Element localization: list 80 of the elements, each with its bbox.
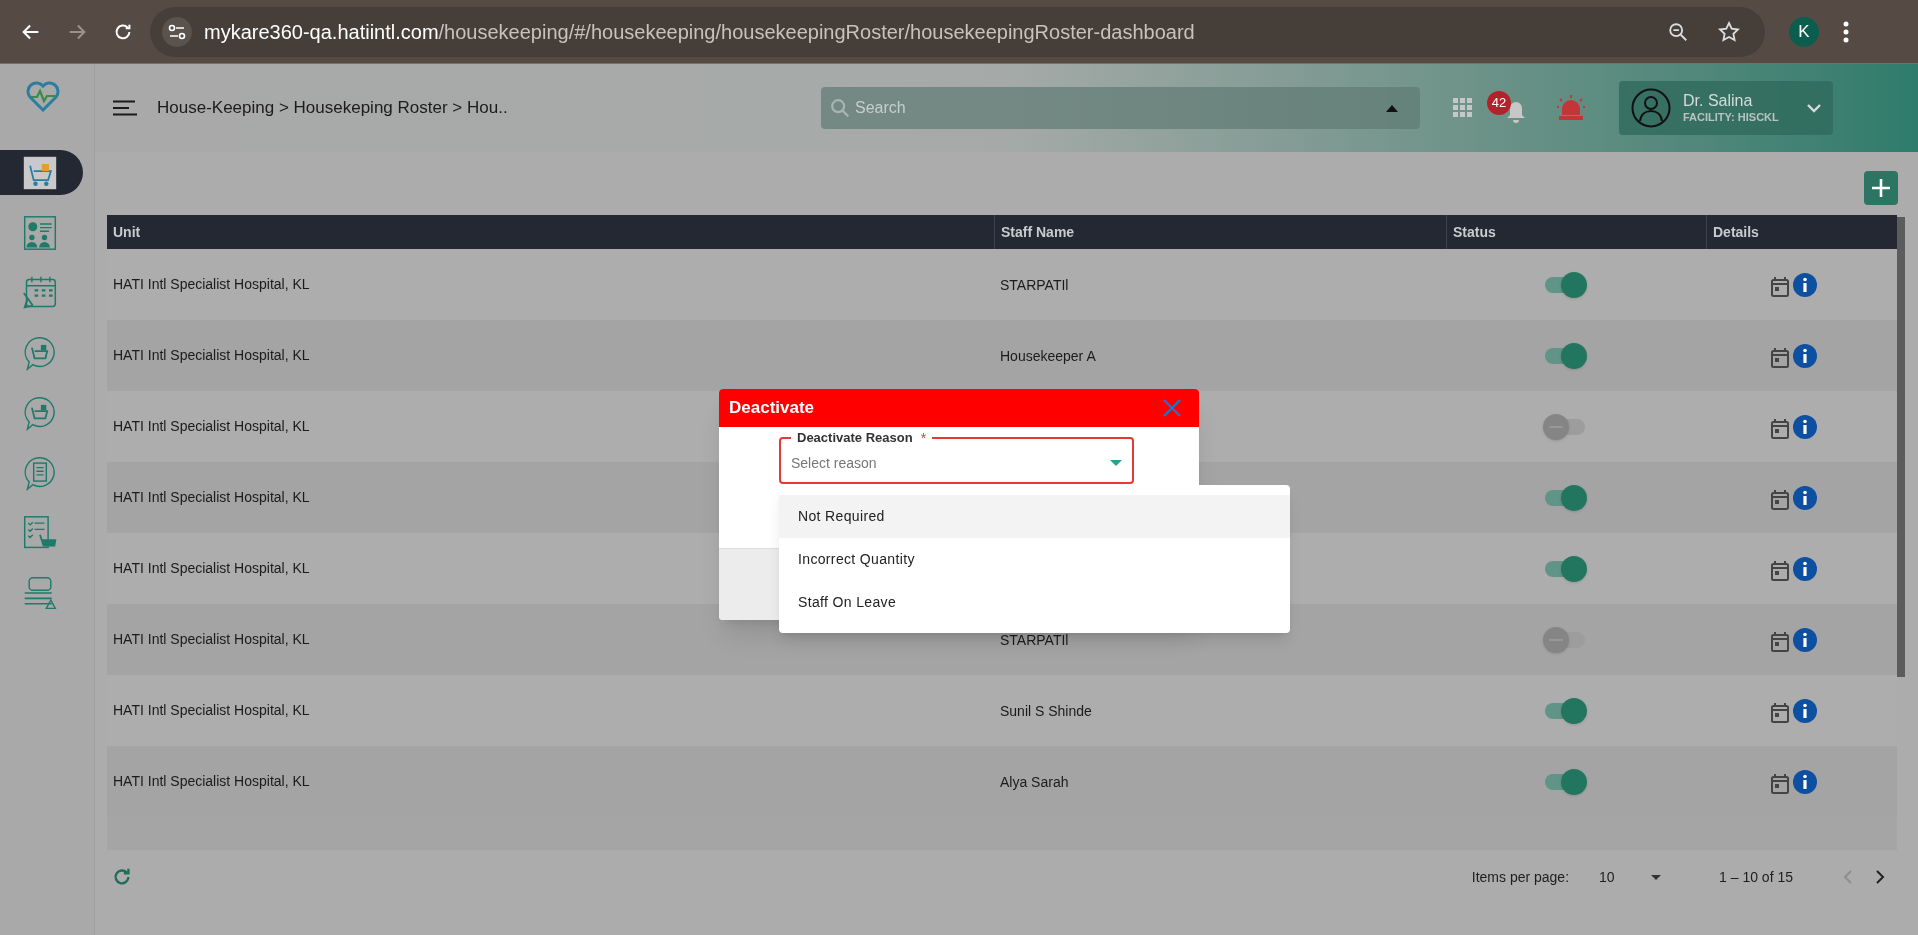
bubble-icon (22, 334, 58, 371)
calendar-icon[interactable] (1771, 631, 1789, 652)
info-icon[interactable] (1793, 414, 1817, 439)
status-toggle[interactable] (1543, 768, 1587, 795)
table-cell-text: HATI Intl Specialist Hospital, KL (113, 488, 310, 507)
calendar-icon (22, 274, 58, 311)
page-size-select[interactable]: 10 (1599, 866, 1662, 888)
star-icon[interactable] (1717, 19, 1741, 44)
info-icon[interactable] (1793, 698, 1817, 723)
info-icon[interactable] (1793, 272, 1817, 297)
user-menu[interactable]: Dr. Salina FACILITY: HISCKL (1619, 81, 1833, 135)
status-toggle[interactable] (1543, 697, 1587, 724)
dropdown-option[interactable]: Not Required (779, 495, 1290, 538)
calendar-icon[interactable] (1771, 276, 1789, 297)
dropdown-option[interactable]: Staff On Leave (779, 581, 1290, 624)
scrollbar[interactable] (1897, 217, 1905, 677)
user-avatar-icon (1631, 88, 1671, 128)
menu-icon[interactable] (113, 100, 137, 116)
address-bar[interactable]: mykare360-qa.hatiintl.com/housekeeping/#/housekeeping/housekeepingRoster/housekeepingRoster-dashboard (150, 6, 1765, 57)
calendar-icon[interactable] (1771, 347, 1789, 368)
cart-icon (22, 154, 58, 191)
bell-icon[interactable] (1505, 100, 1527, 124)
table-cell-text: HATI Intl Specialist Hospital, KL (113, 346, 310, 365)
chevron-down-icon (1807, 103, 1821, 113)
caret-up-icon[interactable] (1386, 105, 1398, 112)
table-cell-text: HATI Intl Specialist Hospital, KL (113, 559, 310, 578)
table-cell-text: HATI Intl Specialist Hospital, KL (113, 417, 310, 436)
calendar-icon[interactable] (1771, 418, 1789, 439)
status-toggle[interactable] (1543, 413, 1587, 440)
dropdown-option[interactable]: Incorrect Quantity (779, 538, 1290, 581)
calendar-icon[interactable] (1771, 560, 1789, 581)
caret-down-icon (1110, 459, 1122, 466)
status-toggle[interactable] (1543, 626, 1587, 653)
search-icon (829, 97, 851, 119)
dialog-title: Deactivate (729, 397, 815, 420)
profile-avatar[interactable]: K (1789, 16, 1819, 47)
calendar-icon[interactable] (1771, 489, 1789, 510)
site-settings-icon[interactable] (162, 16, 192, 47)
page-range: 1 – 10 of 15 (1719, 867, 1793, 887)
search-field[interactable]: Search (821, 87, 1420, 129)
table-cell-text: HATI Intl Specialist Hospital, KL (113, 630, 310, 649)
sidebar-item[interactable] (0, 150, 83, 195)
chevron-right-icon[interactable] (1876, 870, 1885, 884)
info-icon[interactable] (1793, 627, 1817, 652)
url-text[interactable]: mykare360-qa.hatiintl.com/housekeeping/#/housekeeping/housekeepingRoster/housekeepingRoster-dashboard (204, 16, 1655, 47)
info-icon[interactable] (1793, 769, 1817, 794)
table-cell-text: HATI Intl Specialist Hospital, KL (113, 275, 310, 294)
calendar-icon[interactable] (1771, 773, 1789, 794)
table-cell: Sunil S Shinde (1000, 702, 1092, 719)
plus-icon (1872, 179, 1890, 197)
user-name: Dr. Salina (1683, 91, 1754, 112)
table-cell-text: HATI Intl Specialist Hospital, KL (113, 772, 310, 791)
calendar-icon[interactable] (1771, 702, 1789, 723)
info-icon[interactable] (1793, 556, 1817, 581)
menu-icon[interactable] (1843, 20, 1849, 43)
status-toggle[interactable] (1543, 342, 1587, 369)
status-toggle[interactable] (1543, 555, 1587, 582)
heart-logo-icon (26, 80, 60, 112)
items-per-page-label: Items per page: (1471, 867, 1570, 887)
info-icon[interactable] (1793, 485, 1817, 510)
zoom-out-icon[interactable] (1667, 20, 1689, 43)
table-cell: STARPATIl (1000, 631, 1069, 648)
linen-icon (22, 574, 58, 611)
caret-down-icon (1651, 874, 1662, 880)
checklist-icon (22, 514, 58, 551)
table-cell: Housekeeper A (1000, 347, 1096, 364)
info-icon[interactable] (1793, 343, 1817, 368)
facility-label: FACILITY: HISCKL (1683, 111, 1780, 125)
status-toggle[interactable] (1543, 271, 1587, 298)
notification-badge: 42 (1487, 91, 1511, 115)
checklist-bubble-icon (22, 454, 58, 491)
column-header: Unit (112, 222, 142, 242)
breadcrumb: House-Keeping > Housekeping Roster > Hou.. (157, 97, 509, 120)
add-button[interactable] (1864, 171, 1898, 205)
status-toggle[interactable] (1543, 484, 1587, 511)
report-icon (22, 214, 58, 251)
table-cell: Alya Sarah (1000, 773, 1069, 790)
table-cell: STARPATIl (1000, 276, 1069, 293)
table-cell-text: HATI Intl Specialist Hospital, KL (113, 701, 310, 720)
bubble-icon (22, 394, 58, 431)
